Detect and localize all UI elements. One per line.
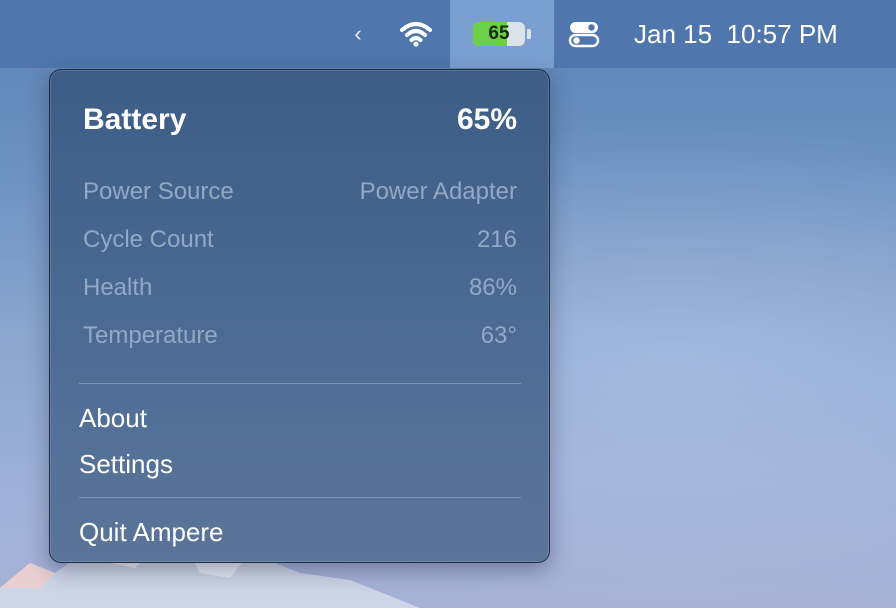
menu-divider [79, 383, 521, 384]
battery-icon: 65 [473, 22, 525, 46]
battery-level-text: 65 [488, 23, 510, 44]
stat-row-temperature: Temperature 63° [83, 321, 517, 351]
battery-menu-button[interactable]: 65 [450, 0, 554, 68]
chevron-left-icon[interactable]: ‹ [348, 0, 368, 68]
stat-value: 63° [480, 322, 517, 349]
battery-dropdown-menu: Battery 65% Power Source Power Adapter C… [49, 69, 550, 563]
date-text: Jan 15 [634, 18, 713, 49]
stat-label: Temperature [83, 322, 218, 349]
quit-menu-item[interactable]: Quit Ampere [79, 516, 224, 548]
battery-title: Battery [83, 103, 187, 136]
battery-percent: 65% [456, 103, 517, 136]
stat-row-health: Health 86% [83, 273, 517, 303]
stat-row-cycle-count: Cycle Count 216 [83, 225, 517, 255]
stat-row-power-source: Power Source Power Adapter [83, 177, 517, 207]
stat-label: Cycle Count [83, 226, 214, 253]
control-center-icon[interactable] [566, 0, 602, 68]
wifi-icon[interactable] [398, 0, 434, 68]
stat-value: 216 [476, 226, 517, 253]
stat-label: Health [83, 274, 153, 301]
menu-bar: ‹ 65 Jan 15 10:57 PM [0, 0, 896, 68]
stat-label: Power Source [83, 178, 234, 205]
settings-menu-item[interactable]: Settings [79, 448, 173, 480]
battery-header: Battery 65% [83, 102, 517, 138]
menu-divider [79, 497, 521, 498]
about-menu-item[interactable]: About [79, 402, 147, 434]
clock[interactable]: Jan 15 10:57 PM [634, 0, 838, 68]
stat-value: 86% [468, 274, 517, 301]
time-text: 10:57 PM [726, 18, 838, 49]
stat-value: Power Adapter [359, 178, 517, 205]
battery-tip [527, 29, 531, 39]
